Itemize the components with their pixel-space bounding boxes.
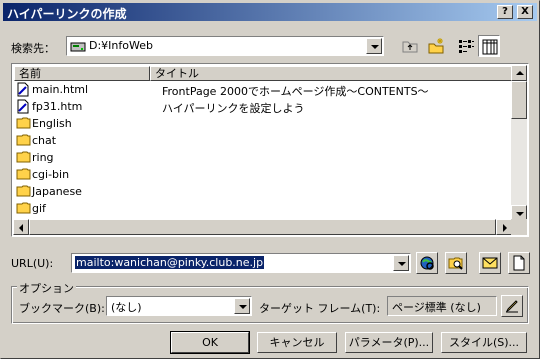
folder-icon bbox=[16, 117, 31, 129]
new-page-icon bbox=[513, 255, 525, 271]
list-item[interactable]: fp31.htm ハイパーリンクを設定しよう bbox=[14, 98, 512, 115]
arrow-down-icon bbox=[516, 212, 524, 216]
new-page-button[interactable] bbox=[508, 252, 530, 274]
lookin-label: 検索先： bbox=[11, 42, 55, 55]
list-item[interactable]: English bbox=[14, 115, 512, 132]
options-group-label: オプション bbox=[17, 280, 76, 296]
arrow-right-icon bbox=[503, 224, 507, 232]
web-browse-icon bbox=[420, 256, 434, 270]
drive-icon bbox=[70, 42, 86, 52]
arrow-left-icon bbox=[19, 224, 23, 232]
scroll-corner bbox=[511, 219, 527, 235]
column-header-name[interactable]: 名前 bbox=[14, 66, 150, 81]
chevron-down-icon bbox=[398, 262, 406, 266]
html-file-icon bbox=[17, 99, 29, 114]
chevron-down-icon bbox=[371, 45, 379, 49]
vertical-scrollbar[interactable] bbox=[511, 65, 527, 221]
bookmark-label: ブックマーク(B): bbox=[19, 302, 105, 315]
lookin-dropdown-button[interactable] bbox=[366, 38, 382, 54]
item-name: Japanese bbox=[32, 185, 82, 198]
folder-up-icon bbox=[402, 41, 418, 53]
item-name: chat bbox=[32, 134, 57, 147]
target-frame-field: ページ標準 (なし) bbox=[387, 296, 497, 316]
folder-icon bbox=[16, 151, 31, 163]
item-name: English bbox=[32, 117, 72, 130]
hyperlink-dialog: ハイパーリンクの作成 ? X 検索先： D:¥InfoWeb 名前 タイトル m… bbox=[0, 0, 540, 359]
web-browse-button[interactable] bbox=[416, 252, 438, 274]
folder-icon bbox=[16, 168, 31, 180]
details-view-icon bbox=[482, 39, 498, 55]
url-input[interactable]: mailto:wanichan@pinky.club.ne.jp bbox=[71, 253, 411, 273]
file-list[interactable]: 名前 タイトル main.html FrontPage 2000でホームページ作… bbox=[11, 63, 529, 237]
parameters-button[interactable]: パラメータ(P)... bbox=[345, 332, 433, 353]
list-item[interactable]: chat bbox=[14, 132, 512, 149]
target-frame-label: ターゲット フレーム(T): bbox=[259, 302, 381, 315]
horizontal-scroll-thumb[interactable] bbox=[29, 219, 496, 235]
help-button[interactable]: ? bbox=[497, 5, 513, 19]
bookmark-select[interactable]: (なし) bbox=[106, 296, 252, 316]
title-bar[interactable]: ハイパーリンクの作成 bbox=[3, 3, 537, 21]
scroll-left-button[interactable] bbox=[13, 219, 29, 235]
url-value: mailto:wanichan@pinky.club.ne.jp bbox=[75, 256, 265, 269]
file-browse-button[interactable] bbox=[445, 252, 467, 274]
list-item[interactable]: main.html FrontPage 2000でホームページ作成～CONTEN… bbox=[14, 81, 512, 98]
close-button[interactable]: X bbox=[517, 5, 533, 19]
target-frame-edit-button[interactable] bbox=[501, 295, 523, 317]
new-folder-button[interactable] bbox=[425, 35, 447, 57]
details-view-button[interactable] bbox=[478, 35, 500, 57]
item-title: ハイパーリンクを設定しよう bbox=[162, 102, 305, 115]
item-name: gif bbox=[32, 202, 46, 215]
scroll-up-button[interactable] bbox=[511, 65, 527, 81]
item-name: cgi-bin bbox=[32, 168, 70, 181]
list-item[interactable]: gif bbox=[14, 200, 512, 217]
folder-icon bbox=[16, 202, 31, 214]
url-label: URL(U): bbox=[11, 257, 54, 270]
list-item[interactable]: Japanese bbox=[14, 183, 512, 200]
column-header-title[interactable]: タイトル bbox=[150, 66, 512, 81]
html-file-icon bbox=[17, 82, 29, 97]
style-button[interactable]: スタイル(S)... bbox=[441, 332, 527, 353]
target-frame-value: ページ標準 (なし) bbox=[392, 301, 481, 314]
list-view-icon bbox=[459, 40, 474, 53]
cancel-button[interactable]: キャンセル bbox=[257, 332, 337, 353]
url-dropdown-button[interactable] bbox=[393, 255, 409, 271]
item-title: FrontPage 2000でホームページ作成～CONTENTS～ bbox=[162, 85, 429, 98]
item-name: main.html bbox=[32, 83, 89, 96]
bookmark-value: (なし) bbox=[111, 301, 142, 314]
bookmark-dropdown-button[interactable] bbox=[234, 298, 250, 314]
horizontal-scrollbar[interactable] bbox=[13, 219, 512, 235]
ok-button[interactable]: OK bbox=[170, 331, 250, 354]
vertical-scroll-thumb[interactable] bbox=[511, 81, 527, 119]
folder-icon bbox=[16, 185, 31, 197]
up-folder-button[interactable] bbox=[399, 35, 421, 57]
list-item[interactable]: cgi-bin bbox=[14, 166, 512, 183]
lookin-combo[interactable]: D:¥InfoWeb bbox=[66, 36, 384, 56]
lookin-value: D:¥InfoWeb bbox=[89, 39, 153, 52]
folder-icon bbox=[16, 134, 31, 146]
item-name: ring bbox=[32, 151, 54, 164]
email-button[interactable] bbox=[479, 252, 501, 274]
email-icon bbox=[482, 257, 498, 269]
file-browse-icon bbox=[448, 257, 463, 270]
pencil-icon bbox=[505, 300, 518, 313]
new-folder-icon bbox=[428, 38, 444, 54]
chevron-down-icon bbox=[239, 305, 247, 309]
item-name: fp31.htm bbox=[32, 100, 83, 113]
list-view-button[interactable] bbox=[455, 35, 477, 57]
list-item[interactable]: ring bbox=[14, 149, 512, 166]
window-title: ハイパーリンクの作成 bbox=[7, 7, 127, 21]
arrow-up-icon bbox=[516, 71, 524, 75]
scroll-right-button[interactable] bbox=[496, 219, 512, 235]
